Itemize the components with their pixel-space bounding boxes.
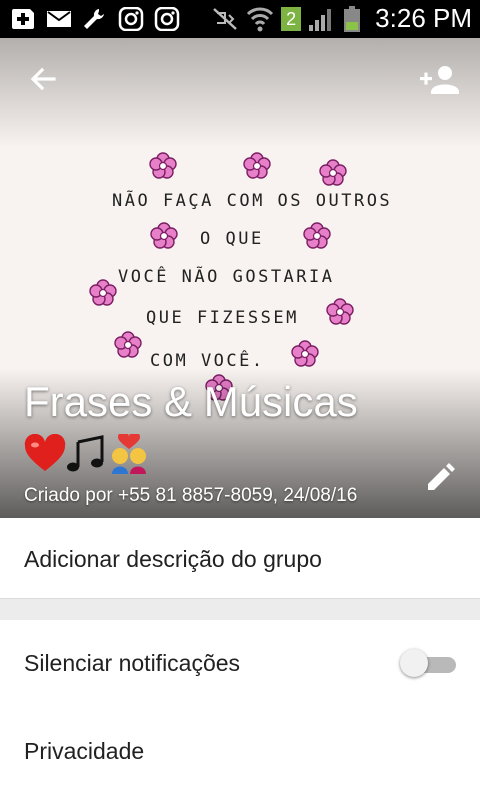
status-time: 3:26 PM	[375, 3, 472, 33]
header-top-shade	[0, 38, 480, 148]
wifi-icon	[247, 7, 274, 31]
add-description-label: Adicionar descrição do grupo	[24, 546, 322, 572]
signal-icon	[309, 8, 332, 31]
back-arrow-icon[interactable]	[22, 60, 62, 100]
quote-line-1: NÃO FAÇA COM OS OUTROS	[112, 189, 392, 211]
mute-notifications-label: Silenciar notificações	[24, 650, 241, 676]
privacy-row[interactable]: Privacidade	[0, 708, 480, 800]
group-header: NÃO FAÇA COM OS OUTROS O QUE VOCÊ NÃO GO…	[0, 38, 480, 518]
group-subtitle	[24, 432, 150, 476]
group-title: Frases & Músicas	[24, 378, 358, 425]
privacy-label: Privacidade	[24, 738, 145, 764]
battery-icon	[344, 5, 361, 32]
wrench-icon	[84, 9, 104, 29]
add-box-icon	[12, 9, 34, 29]
mail-icon	[47, 11, 71, 27]
instagram-icon	[154, 7, 180, 31]
red-heart-emoji	[24, 434, 66, 471]
music-notes-emoji	[67, 435, 104, 472]
quote-line-2: O QUE	[200, 229, 264, 249]
add-description-row[interactable]: Adicionar descrição do grupo	[0, 518, 480, 598]
group-created-info: Criado por +55 81 8857-8059, 24/08/16	[24, 485, 358, 506]
couple-with-heart-emoji	[112, 434, 146, 474]
edit-pencil-icon[interactable]	[420, 458, 460, 498]
notification-badge: 2	[281, 6, 302, 31]
status-bar: 2 3:26 PM	[0, 0, 480, 38]
add-participant-icon[interactable]	[418, 60, 462, 100]
instagram-icon	[118, 7, 144, 31]
section-divider	[0, 598, 480, 620]
mute-toggle[interactable]	[400, 649, 456, 677]
vibrate-off-icon	[213, 7, 238, 30]
mute-toggle-thumb	[400, 649, 428, 677]
quote-line-3: VOCÊ NÃO GOSTARIA	[118, 265, 335, 287]
quote-line-4: QUE FIZESSEM	[146, 308, 299, 328]
